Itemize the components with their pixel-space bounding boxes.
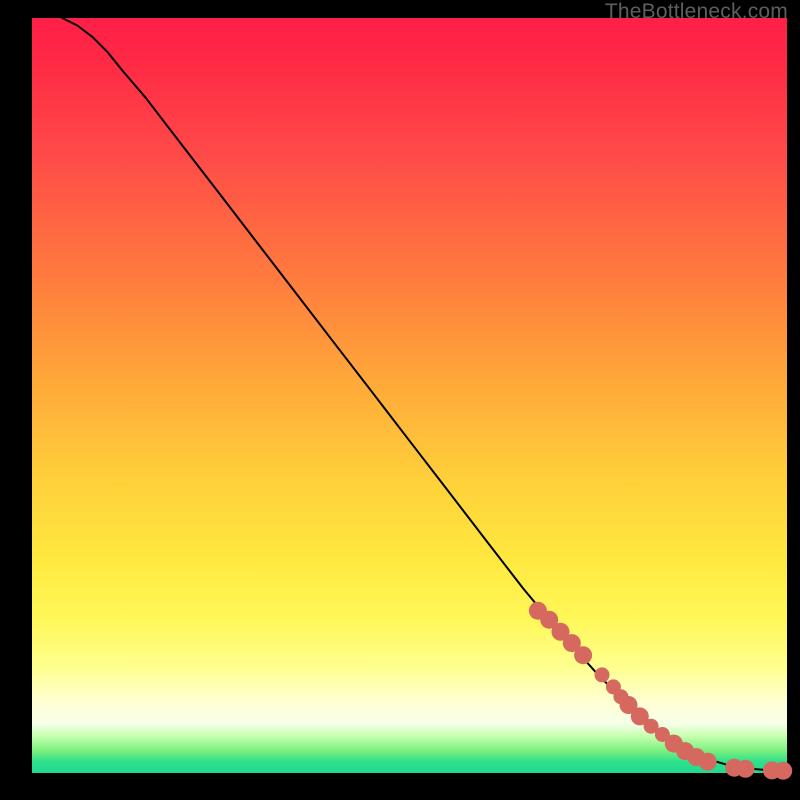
dots-group — [529, 602, 792, 780]
data-point — [737, 760, 755, 778]
data-point — [699, 753, 717, 771]
data-point — [574, 646, 592, 664]
plot-area — [32, 18, 787, 773]
data-point — [595, 667, 610, 682]
curve-line — [62, 18, 779, 771]
chart-svg — [32, 18, 787, 773]
chart-frame: TheBottleneck.com — [0, 0, 800, 800]
data-point — [774, 762, 792, 780]
